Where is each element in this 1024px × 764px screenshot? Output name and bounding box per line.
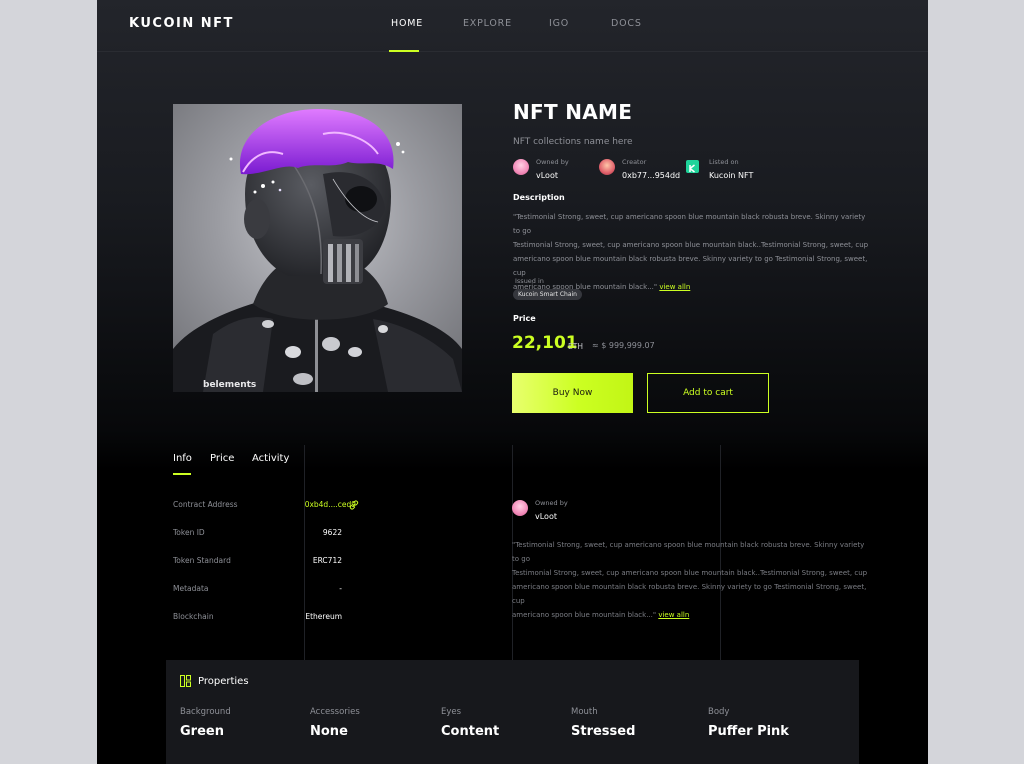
metadata-value: - [339,584,342,593]
owned-by-label: Owned by [536,158,569,166]
nav-item-home[interactable]: HOME [391,18,423,29]
price-usd: ≈ $ 999,999.07 [592,341,655,350]
owner-card-line: americano spoon blue mountain black..." … [512,608,872,622]
nav-item-docs[interactable]: DOCS [611,18,642,29]
view-all-link[interactable]: view alln [658,611,689,619]
nav-item-igo[interactable]: IGO [549,18,569,29]
properties-icon [180,675,191,687]
token-id-label: Token ID [173,528,205,537]
token-id-value: 9622 [322,528,342,537]
chain-badge: Kucoin Smart Chain [513,289,582,300]
description-line: Testimonial Strong, sweet, cup americano… [513,241,869,249]
owner-card-line: americano spoon blue mountain black robu… [512,583,867,605]
avatar-icon [512,500,528,516]
top-nav: KUCOIN NFT HOME EXPLORE IGO DOCS [97,0,928,52]
properties-title: Properties [198,676,249,687]
property-key: Accessories [310,707,360,717]
avatar-icon [599,159,615,175]
view-all-link[interactable]: view alln [659,283,690,291]
token-standard-value: ERC712 [312,556,342,565]
owner-card-line-text: americano spoon blue mountain black..." [512,611,657,619]
tab-activity[interactable]: Activity [252,453,289,464]
creator-label: Creator [622,158,647,166]
artwork-caption: belements [203,380,256,390]
nft-artwork-illustration: belements [173,109,462,392]
metadata-label: Metadata [173,584,209,593]
buy-now-button[interactable]: Buy Now [512,373,633,413]
issued-in-label: Issued in [515,277,544,285]
owner-card-line: Testimonial Strong, sweet, cup americano… [512,569,868,577]
property-key: Eyes [441,707,462,717]
nft-artwork[interactable]: belements [173,104,462,392]
divider [304,445,305,660]
description-line: "Testimonial Strong, sweet, cup american… [513,213,866,235]
price-unit: ETH [568,342,583,351]
tab-price[interactable]: Price [210,453,234,464]
logo[interactable]: KUCOIN NFT [129,16,234,31]
listed-on-value[interactable]: Kucoin NFT [709,171,753,180]
owner-card-value[interactable]: vLoot [535,512,557,521]
description-line: americano spoon blue mountain black robu… [513,255,868,277]
property-value: Content [441,724,500,739]
properties-panel: Properties Background Green Accessories … [166,660,859,764]
add-to-cart-button[interactable]: Add to cart [647,373,769,413]
price-label: Price [513,314,536,323]
owner-card-text: "Testimonial Strong, sweet, cup american… [512,538,872,622]
token-standard-label: Token Standard [173,556,231,565]
property-value: Green [180,724,224,739]
description-text: "Testimonial Strong, sweet, cup american… [513,210,873,294]
creator-value[interactable]: 0xb77...954dd [622,171,680,180]
tab-info[interactable]: Info [173,453,192,464]
property-value: None [310,724,348,739]
property-key: Background [180,707,231,717]
link-icon[interactable] [349,500,359,510]
nft-title: NFT NAME [513,100,633,124]
collection-name[interactable]: NFT collections name here [513,137,633,147]
avatar-icon [513,159,529,175]
listed-on-label: Listed on [709,158,739,166]
owner-card-line: "Testimonial Strong, sweet, cup american… [512,541,865,563]
property-value: Puffer Pink [708,724,789,739]
contract-address-label: Contract Address [173,500,238,509]
page: KUCOIN NFT HOME EXPLORE IGO DOCS belemen… [97,0,928,764]
property-key: Body [708,707,730,717]
nav-item-explore[interactable]: EXPLORE [463,18,512,29]
tab-active-indicator [173,473,191,475]
nav-active-indicator [389,50,419,52]
blockchain-label: Blockchain [173,612,214,621]
owned-by-value[interactable]: vLoot [536,171,558,180]
kucoin-logo-icon [686,160,699,173]
blockchain-value: Ethereum [305,612,342,621]
owner-card-label: Owned by [535,499,568,507]
description-title: Description [513,193,565,202]
property-key: Mouth [571,707,598,717]
property-value: Stressed [571,724,636,739]
